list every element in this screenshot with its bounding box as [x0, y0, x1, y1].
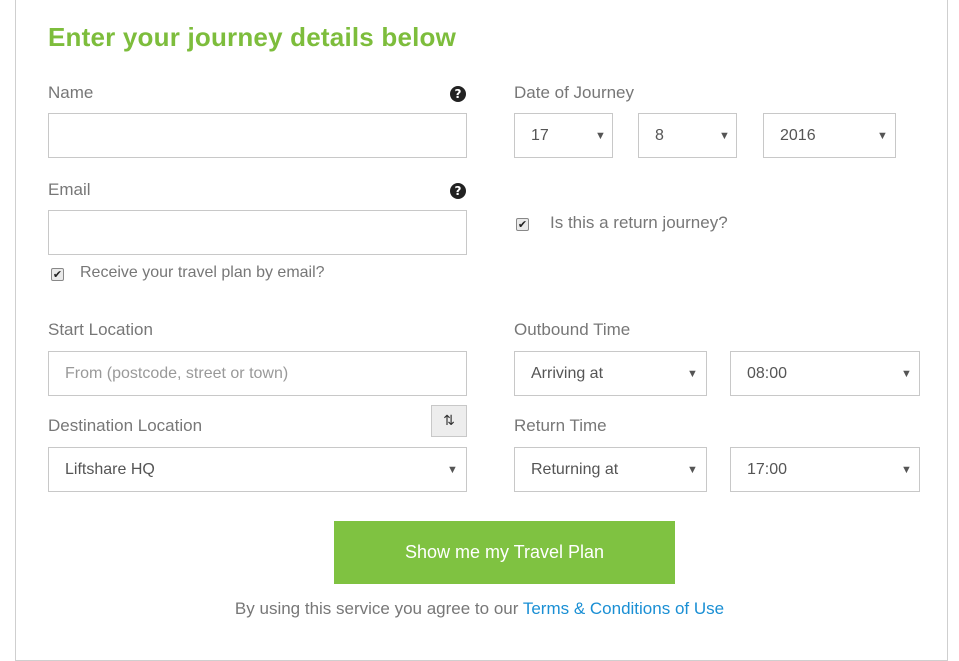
- name-label: Name: [48, 83, 94, 102]
- date-month-value: 8: [655, 127, 664, 144]
- terms-notice: By using this service you agree to our T…: [0, 599, 959, 619]
- name-field[interactable]: [48, 113, 467, 158]
- date-year-value: 2016: [780, 127, 816, 144]
- checkmark-icon: ✔: [517, 218, 528, 231]
- destination-label: Destination Location: [48, 416, 203, 435]
- page-title: Enter your journey details below: [48, 22, 457, 52]
- date-month-select[interactable]: 8 ▼: [638, 113, 737, 158]
- show-travel-plan-button[interactable]: Show me my Travel Plan: [334, 521, 675, 584]
- email-help-icon[interactable]: ?: [450, 183, 466, 199]
- email-label: Email: [48, 180, 91, 199]
- caret-down-icon: ▼: [447, 464, 458, 476]
- caret-down-icon: ▼: [877, 130, 888, 142]
- caret-down-icon: ▼: [901, 464, 912, 476]
- swap-vertical-icon: ⇅: [443, 413, 455, 429]
- checkmark-icon: ✔: [52, 268, 63, 281]
- start-location-input[interactable]: From (postcode, street or town): [48, 351, 467, 396]
- caret-down-icon: ▼: [687, 368, 698, 380]
- outbound-time-value: 08:00: [747, 365, 788, 382]
- return-time-select[interactable]: 17:00 ▼: [730, 447, 920, 492]
- email-field[interactable]: [48, 210, 467, 255]
- outbound-mode-value: Arriving at: [531, 365, 604, 382]
- email-plan-checkbox[interactable]: ✔: [51, 268, 64, 281]
- destination-value: Liftshare HQ: [65, 461, 155, 478]
- return-mode-value: Returning at: [531, 461, 619, 478]
- date-day-select[interactable]: 17 ▼: [514, 113, 613, 158]
- email-plan-checkbox-label: Receive your travel plan by email?: [80, 264, 325, 281]
- date-label: Date of Journey: [514, 83, 635, 102]
- caret-down-icon: ▼: [901, 368, 912, 380]
- return-journey-checkbox[interactable]: ✔: [516, 218, 529, 231]
- return-journey-checkbox-label: Is this a return journey?: [550, 213, 728, 232]
- outbound-time-select[interactable]: 08:00 ▼: [730, 351, 920, 396]
- caret-down-icon: ▼: [595, 130, 606, 142]
- terms-prefix: By using this service you agree to our: [234, 599, 519, 618]
- return-time-label: Return Time: [514, 416, 607, 435]
- name-help-icon[interactable]: ?: [450, 86, 466, 102]
- outbound-mode-select[interactable]: Arriving at ▼: [514, 351, 707, 396]
- return-mode-select[interactable]: Returning at ▼: [514, 447, 707, 492]
- start-location-placeholder: From (postcode, street or town): [65, 365, 289, 382]
- swap-locations-button[interactable]: ⇅: [431, 405, 467, 437]
- caret-down-icon: ▼: [719, 130, 730, 142]
- return-time-value: 17:00: [747, 461, 788, 478]
- start-location-label: Start Location: [48, 320, 153, 339]
- destination-select[interactable]: Liftshare HQ ▼: [48, 447, 467, 492]
- date-year-select[interactable]: 2016 ▼: [763, 113, 896, 158]
- outbound-time-label: Outbound Time: [514, 320, 631, 339]
- terms-link[interactable]: Terms & Conditions of Use: [523, 599, 724, 618]
- caret-down-icon: ▼: [687, 464, 698, 476]
- date-day-value: 17: [531, 127, 549, 144]
